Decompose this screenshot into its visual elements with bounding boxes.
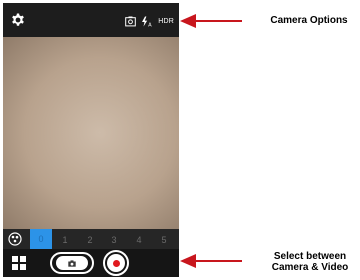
select-mode-callout-line1: Select between (273, 251, 347, 262)
filter-item-0[interactable]: 0 (30, 229, 52, 249)
page: A HDR 0 1 2 3 4 5 Camera Options Select … (0, 0, 360, 280)
camera-screen: A HDR 0 1 2 3 4 5 (3, 3, 179, 277)
gear-icon[interactable] (10, 12, 26, 28)
bottom-bar (3, 249, 179, 277)
filter-item-3[interactable]: 3 (103, 233, 125, 247)
camera-options: A HDR (125, 15, 174, 27)
filter-item-1[interactable]: 1 (54, 233, 76, 247)
camera-icon (68, 254, 76, 272)
record-icon (112, 259, 120, 267)
filter-item-2[interactable]: 2 (79, 233, 101, 247)
filter-bar: 0 1 2 3 4 5 (3, 229, 179, 249)
hdr-toggle[interactable]: HDR (158, 15, 174, 27)
filter-item-4[interactable]: 4 (128, 233, 150, 247)
flash-auto-icon[interactable]: A (141, 15, 153, 27)
camera-options-callout: Camera Options (270, 15, 348, 26)
grid-icon[interactable] (11, 255, 27, 271)
camera-switch-icon[interactable] (125, 15, 137, 27)
select-mode-callout-line2: Camera & Video (271, 262, 349, 273)
select-mode-arrow (180, 254, 242, 268)
camera-viewfinder[interactable] (3, 37, 179, 229)
top-bar: A HDR (3, 3, 179, 37)
flash-auto-label: A (148, 22, 152, 27)
camera-options-arrow (180, 14, 242, 28)
camera-mode-button[interactable] (50, 252, 94, 274)
filter-effects-icon[interactable] (8, 232, 22, 246)
filter-item-5[interactable]: 5 (153, 233, 175, 247)
video-mode-button[interactable] (103, 250, 129, 276)
